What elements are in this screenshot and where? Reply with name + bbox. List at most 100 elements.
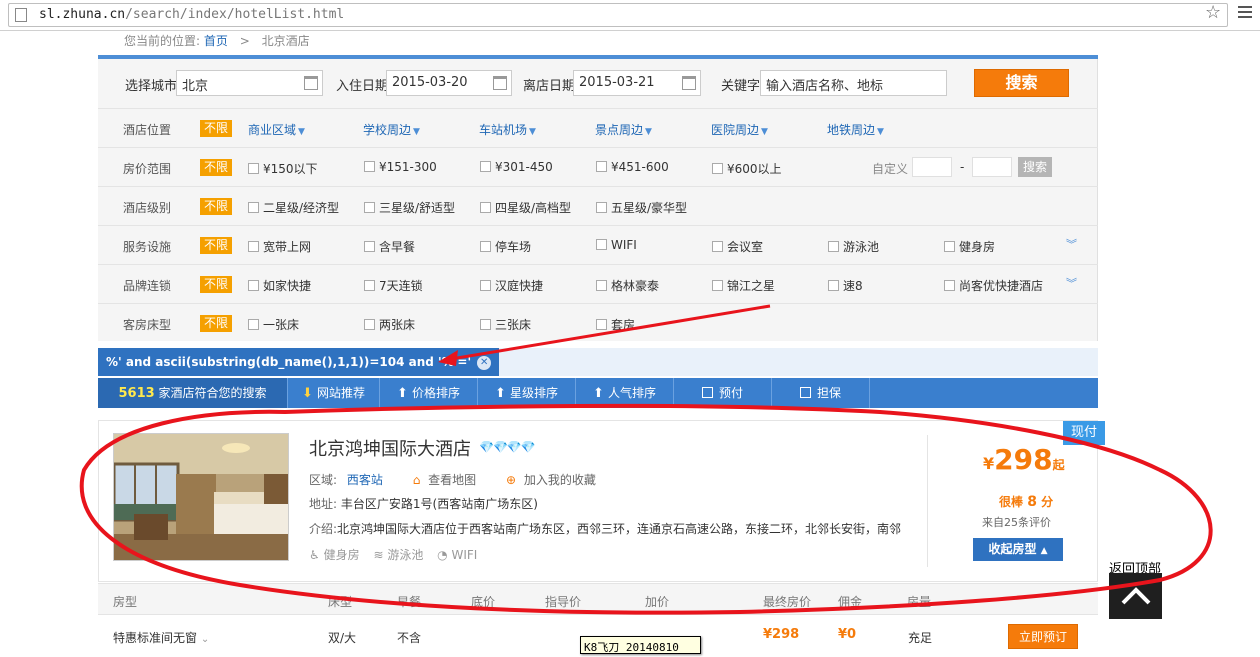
facility-option[interactable]: 宽带上网 [248,238,311,255]
brand-option[interactable]: 尚客优快捷酒店 [944,277,1043,294]
hotel-photo[interactable] [113,433,289,561]
filter-option[interactable]: 商业区域 ▼ [248,121,305,138]
filter-option[interactable]: 医院周边 ▼ [711,121,768,138]
close-icon[interactable]: ✕ [477,356,492,370]
filter-prepay[interactable]: 预付 [674,378,772,408]
hotel-name-link[interactable]: 北京鸿坤国际大酒店 [309,435,471,461]
checkin-input[interactable]: 2015-03-20 [386,70,512,96]
sort-popularity[interactable]: ⬆ 人气排序 [576,378,674,408]
facility-option[interactable]: 含早餐 [364,238,415,255]
breadcrumb-home-link[interactable]: 首页 [204,34,228,48]
checkbox [712,241,723,252]
checkbox [248,241,259,252]
brand-option[interactable]: 7天连锁 [364,277,423,294]
chevron-down-icon: ▼ [761,127,768,137]
checkbox [712,280,723,291]
tooltip: K8飞刀 20140810 [580,636,701,654]
bed-option[interactable]: 一张床 [248,316,299,333]
price-option[interactable]: ¥451-600 [596,160,669,174]
star-option[interactable]: 二星级/经济型 [248,199,339,216]
filter-guarantee[interactable]: 担保 [772,378,870,408]
star-option[interactable]: 三星级/舒适型 [364,199,455,216]
unlimited-badge[interactable]: 不限 [200,120,232,137]
expand-chevron-icon[interactable]: ︾ [1066,236,1077,252]
unlimited-badge[interactable]: 不限 [200,198,232,215]
unlimited-badge[interactable]: 不限 [200,315,232,332]
price-option[interactable]: ¥600以上 [712,160,782,177]
checkbox [364,319,375,330]
breadcrumb: 您当前的位置: 首页 > 北京酒店 [124,34,310,48]
price-option[interactable]: ¥301-450 [480,160,553,174]
menu-icon[interactable] [1238,6,1252,20]
view-map-link[interactable]: 查看地图 [428,473,476,487]
facility-option[interactable]: 健身房 [944,238,995,255]
facility-option[interactable]: 游泳池 [828,238,879,255]
custom-price-min-input[interactable] [912,157,952,177]
facility-option[interactable]: 停车场 [480,238,531,255]
checkbox [596,280,607,291]
review-count[interactable]: 来自25条评价 [982,514,1051,530]
bookmark-star-icon[interactable]: ☆ [1205,2,1221,23]
custom-price-max-input[interactable] [972,157,1012,177]
browser-toolbar: sl.zhuna.cn/search/index/hotelList.html … [0,0,1260,31]
hotel-address-line: 地址: 丰台区广安路1号(西客站南广场东区) [309,497,538,511]
collapse-rooms-button[interactable]: 收起房型 ▲ [973,538,1063,561]
brand-option[interactable]: 格林豪泰 [596,277,659,294]
add-favorite-link[interactable]: 加入我的收藏 [524,473,596,487]
expand-chevron-icon[interactable]: ︾ [1066,275,1077,291]
price-option[interactable]: ¥151-300 [364,160,437,174]
search-button[interactable]: 搜索 [974,69,1069,97]
book-now-button[interactable]: 立即预订 [1008,624,1078,649]
star-option[interactable]: 四星级/高档型 [480,199,571,216]
city-label: 选择城市 [125,79,178,94]
checkbox [480,202,491,213]
bed-option[interactable]: 两张床 [364,316,415,333]
keyword-input[interactable]: 输入酒店名称、地标 [760,70,947,96]
hotel-score: 很棒 8 分 [999,494,1054,510]
calendar-icon[interactable] [493,76,507,90]
unlimited-badge[interactable]: 不限 [200,159,232,176]
bed-option[interactable]: 三张床 [480,316,531,333]
star-option[interactable]: 五星级/豪华型 [596,199,687,216]
checkout-input[interactable]: 2015-03-21 [573,70,701,96]
checkbox [248,163,259,174]
map-icon: ⌂ [412,473,421,487]
url-text[interactable]: sl.zhuna.cn/search/index/hotelList.html [39,7,344,22]
checkbox [480,241,491,252]
room-name-link[interactable]: 特惠标准间无窗 ⌄ [113,629,209,646]
city-picker-icon[interactable] [304,76,318,90]
unlimited-badge[interactable]: 不限 [200,237,232,254]
filter-row-brand: 品牌连锁 不限 如家快捷 7天连锁 汉庭快捷 格林豪泰 锦江之星 速8 尚客优快… [98,264,1098,303]
sort-star[interactable]: ⬆ 星级排序 [478,378,576,408]
filter-option[interactable]: 学校周边 ▼ [363,121,420,138]
address-bar[interactable]: sl.zhuna.cn/search/index/hotelList.html [8,3,1228,27]
calendar-icon[interactable] [682,76,696,90]
filter-option[interactable]: 地铁周边 ▼ [827,121,884,138]
unlimited-badge[interactable]: 不限 [200,276,232,293]
brand-option[interactable]: 如家快捷 [248,277,311,294]
back-to-top-button[interactable] [1109,573,1162,619]
plus-icon: ⊕ [506,473,517,487]
checkbox [596,319,607,330]
bed-option[interactable]: 套房 [596,316,635,333]
facility-option[interactable]: WIFI [596,238,637,252]
filter-option[interactable]: 景点周边 ▼ [595,121,652,138]
sort-recommended[interactable]: ⬇ 网站推荐 [288,378,380,408]
district-link[interactable]: 西客站 [347,473,383,487]
hotel-district-line: 区域: 西客站 ⌂ 查看地图 ⊕ 加入我的收藏 [309,473,596,487]
checkin-label: 入住日期 [336,79,389,94]
checkbox [364,161,375,172]
custom-price-dash: - [960,160,965,174]
checkbox [944,241,955,252]
custom-price-search-button[interactable]: 搜索 [1018,157,1052,177]
arrow-up-icon: ⬆ [495,386,506,401]
brand-option[interactable]: 汉庭快捷 [480,277,543,294]
price-option[interactable]: ¥150以下 [248,160,318,177]
brand-option[interactable]: 锦江之星 [712,277,775,294]
city-input[interactable]: 北京 [176,70,323,96]
sort-price[interactable]: ⬆ 价格排序 [380,378,478,408]
brand-option[interactable]: 速8 [828,277,863,294]
room-table-header: 房型 床型 早餐 底价 指导价 加价 最终房价 佣金 房量 [98,583,1098,615]
facility-option[interactable]: 会议室 [712,238,763,255]
filter-option[interactable]: 车站机场 ▼ [479,121,536,138]
